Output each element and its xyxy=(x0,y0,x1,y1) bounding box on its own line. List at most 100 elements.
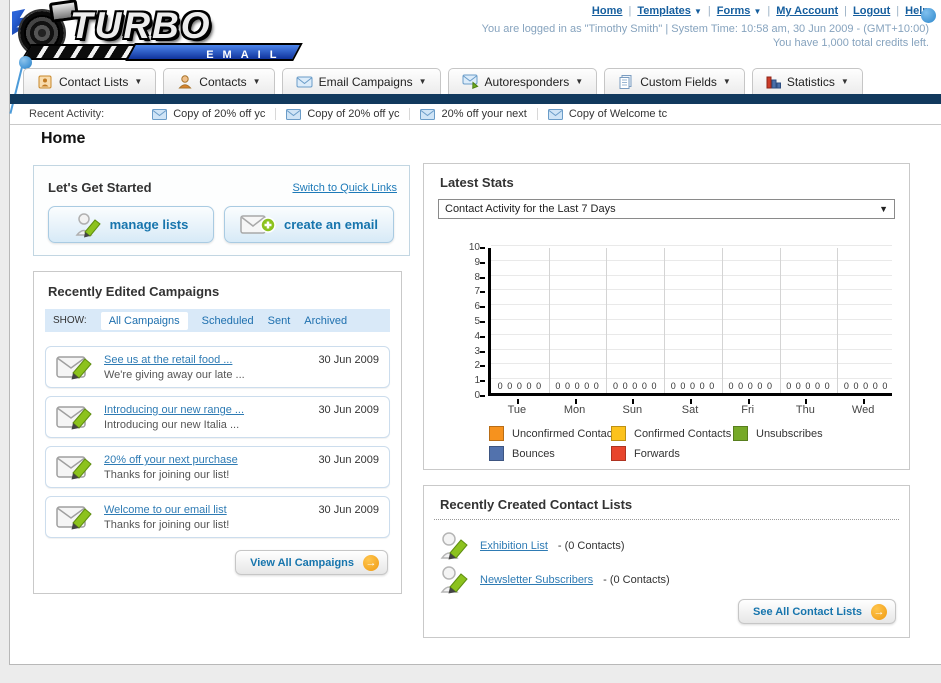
y-axis-tick xyxy=(480,276,485,279)
nav-link-logout[interactable]: Logout xyxy=(853,5,890,17)
nav-link-my-account[interactable]: My Account xyxy=(776,5,838,17)
see-all-contact-lists-button[interactable]: See All Contact Lists → xyxy=(737,599,896,624)
legend-forwards: Forwards xyxy=(611,446,680,461)
app-logo[interactable]: TURBO EMAIL xyxy=(12,3,303,63)
campaign-title-link[interactable]: 20% off your next purchase xyxy=(104,454,238,466)
chart-value-label: 0 xyxy=(690,381,696,391)
legend-unconfirmed-contacts: Unconfirmed Contacts xyxy=(489,426,621,441)
tab-autoresponders[interactable]: Autoresponders ▼ xyxy=(447,68,598,94)
chevron-down-icon: ▼ xyxy=(134,77,143,86)
chart-value-label: 0 xyxy=(574,381,580,391)
y-axis-tick-label: 9 xyxy=(474,256,480,268)
latest-stats-title: Latest Stats xyxy=(440,175,514,190)
campaign-title-link[interactable]: Introducing our new range ... xyxy=(104,404,244,416)
tab-label: Statistics xyxy=(786,74,835,89)
campaign-row[interactable]: Introducing our new range ... Introducin… xyxy=(45,396,390,438)
tab-email-campaigns[interactable]: Email Campaigns ▼ xyxy=(281,68,441,94)
envelope-icon xyxy=(152,108,168,120)
chart-value-label: 0 xyxy=(863,381,869,391)
filter-archived[interactable]: Archived xyxy=(304,315,347,327)
activity-item[interactable]: Copy of Welcome tc xyxy=(538,108,677,120)
nav-link-forms[interactable]: Forms xyxy=(717,5,751,17)
chevron-down-icon: ▼ xyxy=(753,7,762,16)
create-email-button[interactable]: create an email xyxy=(224,206,394,243)
tab-statistics[interactable]: Statistics ▼ xyxy=(751,68,863,94)
chart-value-label: 0 xyxy=(738,381,744,391)
chart-value-label: 0 xyxy=(593,381,599,391)
navy-divider-bar xyxy=(10,94,941,104)
campaign-title-link[interactable]: See us at the retail food ... xyxy=(104,354,232,366)
chart-gridline xyxy=(491,289,892,291)
chart-group-separator xyxy=(721,248,723,393)
tab-label: Autoresponders xyxy=(484,74,570,89)
stats-period-value: Contact Activity for the Last 7 Days xyxy=(445,203,616,215)
nav-link-home[interactable]: Home xyxy=(592,5,623,17)
autoresponders-icon xyxy=(462,74,479,89)
activity-item[interactable]: Copy of 20% off yc xyxy=(142,108,277,120)
main-container: TURBO EMAIL Home | Templates ▼ | Forms ▼ | My … xyxy=(9,0,941,665)
get-started-panel: Let's Get Started Switch to Quick Links … xyxy=(33,165,410,256)
chart-value-label: 0 xyxy=(766,381,772,391)
y-axis-tick xyxy=(480,291,485,294)
campaign-date: 30 Jun 2009 xyxy=(318,504,379,516)
chart-gridline xyxy=(491,378,892,380)
tab-label: Custom Fields xyxy=(640,74,717,89)
campaign-row[interactable]: 20% off your next purchase Thanks for jo… xyxy=(45,446,390,488)
person-pencil-icon xyxy=(440,532,468,560)
filter-sent[interactable]: Sent xyxy=(268,315,291,327)
y-axis-tick-label: 7 xyxy=(474,286,480,298)
manage-lists-button[interactable]: manage lists xyxy=(48,206,214,243)
chevron-down-icon: ▼ xyxy=(879,204,888,214)
activity-item[interactable]: Copy of 20% off yc xyxy=(276,108,411,120)
contact-list-row[interactable]: Exhibition List - (0 Contacts) xyxy=(440,530,625,562)
help-bubble-icon[interactable] xyxy=(921,8,936,23)
y-axis-tick xyxy=(480,350,485,353)
legend-unsubscribes: Unsubscribes xyxy=(733,426,823,441)
chart-value-label: 0 xyxy=(747,381,753,391)
envelope-pencil-icon xyxy=(56,356,92,380)
campaign-row[interactable]: See us at the retail food ... We're givi… xyxy=(45,346,390,388)
stats-period-select[interactable]: Contact Activity for the Last 7 Days ▼ xyxy=(438,199,895,219)
envelope-icon xyxy=(547,108,563,120)
latest-stats-panel: Latest Stats Contact Activity for the La… xyxy=(423,163,910,470)
chart-value-label: 0 xyxy=(815,381,821,391)
tab-contact-lists[interactable]: Contact Lists ▼ xyxy=(23,68,157,94)
chart-value-label: 0 xyxy=(641,381,647,391)
contact-activity-chart: 00000000000000000000000000000000000 0123… xyxy=(424,234,911,416)
filter-all-campaigns[interactable]: All Campaigns xyxy=(100,311,188,330)
x-axis-day-label: Sat xyxy=(681,404,699,416)
filter-scheduled[interactable]: Scheduled xyxy=(202,315,254,327)
chart-value-label: 0 xyxy=(555,381,561,391)
legend-swatch xyxy=(733,426,748,441)
chart-value-label: 0 xyxy=(795,381,801,391)
switch-to-quick-links[interactable]: Switch to Quick Links xyxy=(292,182,397,194)
view-all-campaigns-button[interactable]: View All Campaigns → xyxy=(235,550,388,575)
campaign-title-link[interactable]: Welcome to our email list xyxy=(104,504,227,516)
nav-link-templates[interactable]: Templates xyxy=(637,5,691,17)
campaign-row[interactable]: Welcome to our email list Thanks for joi… xyxy=(45,496,390,538)
chart-value-label: 0 xyxy=(786,381,792,391)
chart-value-label: 0 xyxy=(882,381,888,391)
chart-value-label: 0 xyxy=(699,381,705,391)
chart-value-label: 0 xyxy=(613,381,619,391)
activity-item[interactable]: 20% off your next xyxy=(410,108,538,120)
chevron-down-icon: ▼ xyxy=(252,77,261,86)
y-axis-tick-label: 8 xyxy=(474,271,480,283)
contact-list-link[interactable]: Newsletter Subscribers xyxy=(480,574,593,586)
person-pencil-icon xyxy=(440,566,468,594)
legend-swatch xyxy=(611,446,626,461)
x-axis-day-label: Fri xyxy=(741,404,755,416)
contact-list-row[interactable]: Newsletter Subscribers - (0 Contacts) xyxy=(440,564,670,596)
chart-group-separator xyxy=(779,248,781,393)
contact-list-count: - (0 Contacts) xyxy=(557,540,625,552)
envelope-pencil-icon xyxy=(56,456,92,480)
tab-contacts[interactable]: Contacts ▼ xyxy=(163,68,275,94)
legend-bounces: Bounces xyxy=(489,446,555,461)
contact-list-link[interactable]: Exhibition List xyxy=(480,540,548,552)
y-axis-tick-label: 6 xyxy=(474,301,480,313)
tab-custom-fields[interactable]: Custom Fields ▼ xyxy=(604,68,745,94)
y-axis-tick-label: 4 xyxy=(474,330,480,342)
logo-subtitle: EMAIL xyxy=(205,49,286,61)
chart-value-label: 0 xyxy=(843,381,849,391)
show-label: SHOW: xyxy=(53,315,87,326)
